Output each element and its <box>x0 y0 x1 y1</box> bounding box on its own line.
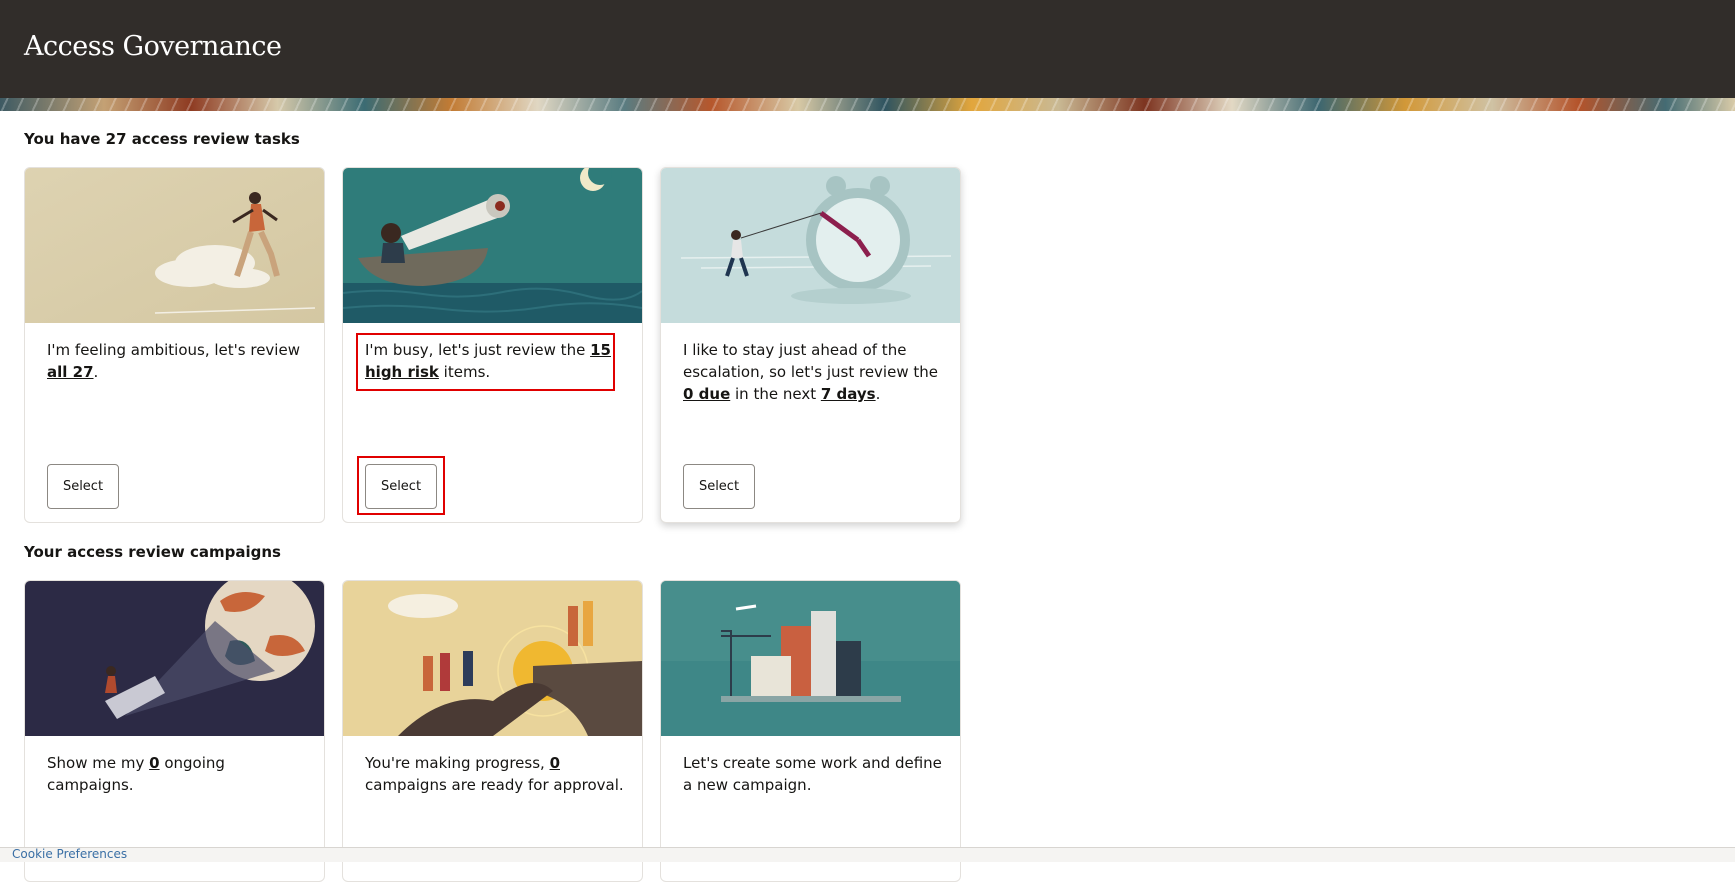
footer-bar: Cookie Preferences <box>0 847 1735 862</box>
days-link[interactable]: 7 days <box>821 385 876 403</box>
tasks-heading: You have 27 access review tasks <box>24 130 300 148</box>
clock-pull-illustration <box>661 168 960 323</box>
city-illustration <box>661 581 960 736</box>
description-text: in the next <box>730 385 821 403</box>
description-text: Show me my <box>47 754 150 772</box>
approval-campaigns-link[interactable]: 0 <box>550 754 560 772</box>
task-description: I'm feeling ambitious, let's review all … <box>47 339 309 383</box>
highlight-box-text <box>356 333 615 391</box>
due-items-link[interactable]: 0 due <box>683 385 730 403</box>
app-title: Access Governance <box>24 31 282 62</box>
people-cliff-illustration <box>343 581 642 736</box>
campaign-card-ongoing: Show me my 0 ongoing campaigns. <box>24 580 325 882</box>
campaigns-heading: Your access review campaigns <box>24 543 281 561</box>
card-illustration <box>25 581 324 736</box>
flashlight-illustration <box>25 581 324 736</box>
card-illustration <box>661 168 960 323</box>
card-illustration <box>25 168 324 323</box>
card-illustration <box>661 581 960 736</box>
task-description: I like to stay just ahead of the escalat… <box>683 339 945 405</box>
select-due-button[interactable]: Select <box>683 464 755 509</box>
all-items-link[interactable]: all 27 <box>47 363 94 381</box>
description-text: . <box>93 363 99 381</box>
app-header: Access Governance <box>0 0 1735 98</box>
campaign-card-approval: You're making progress, 0 campaigns are … <box>342 580 643 882</box>
campaign-description: Show me my 0 ongoing campaigns. <box>47 752 309 796</box>
ongoing-campaigns-link[interactable]: 0 <box>149 754 159 772</box>
description-text: I like to stay just ahead of the escalat… <box>683 341 938 381</box>
highlight-box-button <box>357 456 445 515</box>
campaign-card-create: Let's create some work and define a new … <box>660 580 961 882</box>
description-text: I'm feeling ambitious, let's review <box>47 341 300 359</box>
card-illustration <box>343 581 642 736</box>
decorative-banner <box>0 98 1735 111</box>
task-card-all: I'm feeling ambitious, let's review all … <box>24 167 325 523</box>
select-all-button[interactable]: Select <box>47 464 119 509</box>
task-card-due: I like to stay just ahead of the escalat… <box>660 167 961 523</box>
campaign-description: You're making progress, 0 campaigns are … <box>365 752 627 796</box>
campaign-description: Let's create some work and define a new … <box>683 754 942 794</box>
card-illustration <box>343 168 642 323</box>
telescope-boat-illustration <box>343 168 642 323</box>
description-text: campaigns are ready for approval. <box>365 776 624 794</box>
description-text: . <box>875 385 881 403</box>
description-text: You're making progress, <box>365 754 550 772</box>
cookie-preferences-link[interactable]: Cookie Preferences <box>12 847 127 861</box>
ambitious-runner-illustration <box>25 168 324 323</box>
